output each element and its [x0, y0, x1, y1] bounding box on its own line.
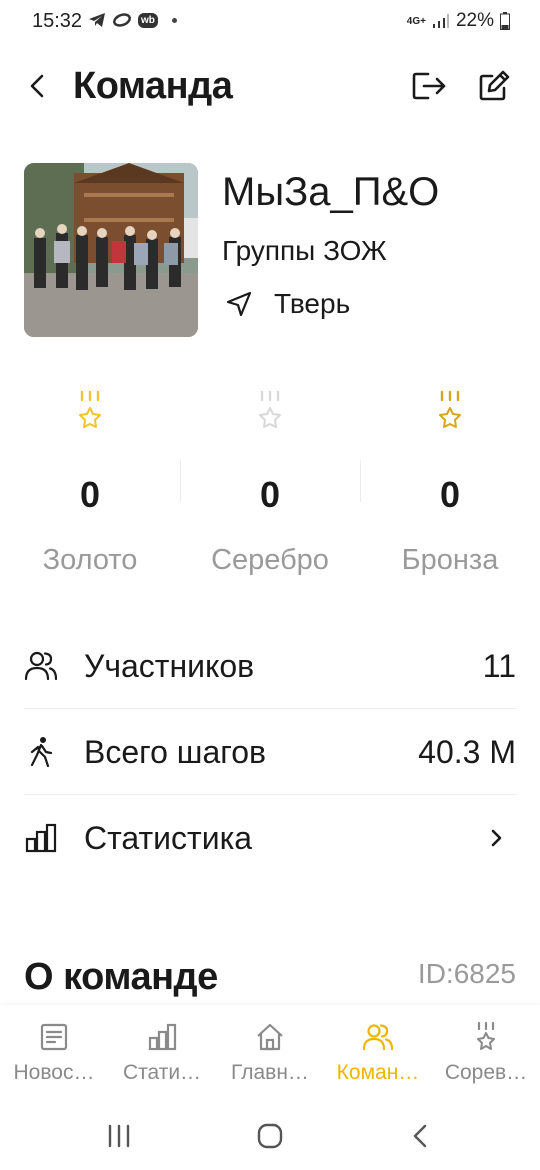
walking-icon	[30, 737, 53, 768]
nav-competitions-label: Сорев…	[444, 1061, 528, 1084]
network-type: 4G+	[406, 15, 426, 27]
team-id: ID:6825	[417, 958, 516, 989]
back-system-icon[interactable]	[404, 1121, 438, 1151]
team-city-label: Тверь	[274, 288, 351, 319]
location-arrow-icon	[226, 291, 252, 317]
bronze-label: Бронза	[401, 544, 499, 576]
bottom-navigation: Новос… Стати… Главн… Коман… Сорев…	[0, 1005, 540, 1101]
team-group: Группы ЗОЖ	[222, 235, 387, 266]
silver-medal-icon	[259, 390, 281, 428]
link-icon	[113, 13, 131, 27]
status-time: 15:32	[32, 10, 83, 32]
steps-label: Всего шагов	[84, 733, 267, 770]
nav-competitions[interactable]: Сорев…	[432, 1005, 540, 1101]
statistics-row[interactable]: Статистика	[24, 795, 516, 881]
bronze-medal-icon	[439, 390, 461, 428]
app-header: Команда	[0, 52, 540, 124]
medal-silver: 0 Серебро	[180, 390, 360, 577]
nav-news[interactable]: Новос…	[0, 1005, 108, 1101]
medals-summary: 0 Золото 0 Серебро 0 Бронза	[0, 390, 540, 580]
steps-row: Всего шагов 40.3 M	[24, 709, 516, 795]
steps-value: 40.3 M	[418, 733, 516, 770]
recent-apps-icon[interactable]	[102, 1121, 136, 1151]
stats-icon	[148, 1023, 177, 1051]
members-value: 11	[482, 647, 516, 684]
members-row[interactable]: Участников 11	[24, 623, 516, 709]
about-title: О команде	[24, 956, 218, 998]
gold-medal-icon	[79, 390, 101, 428]
page-title: Команда	[73, 65, 233, 107]
status-bar: 15:32 wb 4G+ 22%	[0, 0, 540, 44]
notification-dot-icon	[171, 17, 177, 23]
leave-team-button[interactable]	[410, 68, 448, 104]
nav-statistics[interactable]: Стати…	[108, 1005, 216, 1101]
back-button[interactable]	[22, 68, 54, 104]
gold-count: 0	[79, 474, 101, 515]
team-icon	[363, 1024, 393, 1051]
bronze-count: 0	[439, 474, 461, 515]
home-system-icon[interactable]	[253, 1121, 287, 1151]
system-navigation-bar	[0, 1101, 540, 1170]
news-icon	[40, 1023, 68, 1051]
medal-bronze: 0 Бронза	[360, 390, 540, 577]
team-city: Тверь	[226, 288, 350, 320]
nav-home[interactable]: Главн…	[216, 1005, 324, 1101]
chevron-right-icon	[491, 829, 502, 847]
nav-statistics-label: Стати…	[122, 1061, 202, 1084]
team-photo[interactable]	[24, 163, 198, 337]
medal-icon	[477, 1021, 495, 1050]
nav-team[interactable]: Коман…	[324, 1005, 432, 1101]
users-icon	[24, 651, 58, 681]
medal-gold: 0 Золото	[0, 390, 180, 577]
signal-icon	[432, 14, 449, 28]
battery-icon	[500, 12, 510, 30]
gold-label: Золото	[42, 544, 138, 576]
wb-icon: wb	[138, 12, 158, 28]
nav-news-label: Новос…	[13, 1061, 95, 1084]
members-label: Участников	[84, 647, 255, 684]
statistics-label: Статистика	[84, 819, 253, 856]
silver-count: 0	[259, 474, 281, 515]
edit-team-button[interactable]	[476, 68, 512, 104]
team-name: МыЗа_П&О	[222, 170, 440, 214]
telegram-icon	[89, 13, 105, 27]
battery-percent: 22%	[455, 10, 494, 31]
status-right: 4G+ 22%	[407, 10, 510, 32]
home-icon	[257, 1023, 283, 1051]
bar-chart-icon	[25, 823, 57, 853]
nav-team-label: Коман…	[336, 1061, 420, 1084]
status-notification-icons: wb	[88, 12, 177, 28]
nav-home-label: Главн…	[231, 1061, 309, 1084]
silver-label: Серебро	[211, 544, 329, 576]
